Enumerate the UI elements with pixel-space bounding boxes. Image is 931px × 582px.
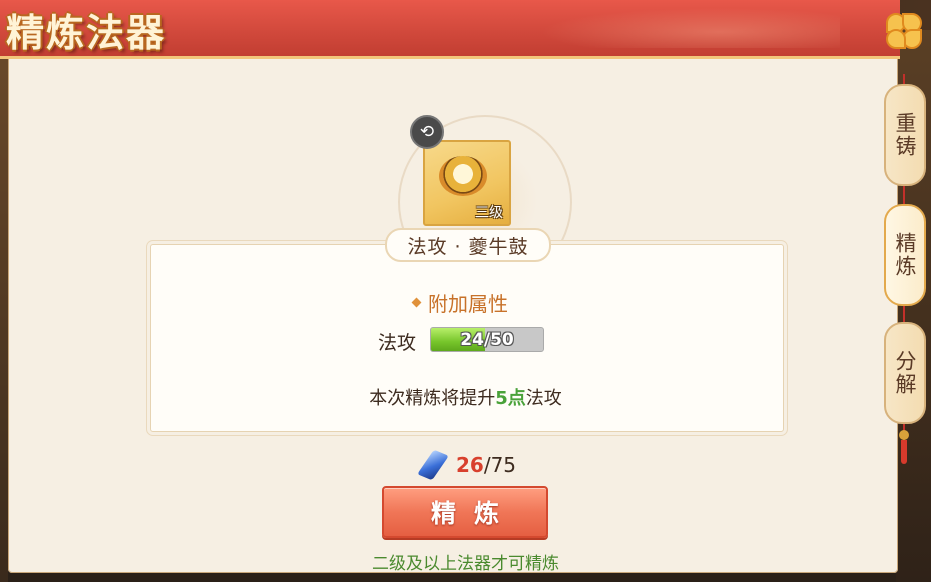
refine-cost: 26/75: [417, 448, 516, 482]
attribute-section-title: 附加属性: [411, 288, 508, 317]
close-button[interactable]: [883, 10, 923, 50]
refine-hint: 二级及以上法器才可精炼: [372, 554, 559, 574]
desc-prefix: 本次精炼将提升: [369, 388, 496, 409]
refine-description: 本次精炼将提升5点法攻: [0, 384, 931, 410]
tab-recast-label: 重铸: [893, 112, 917, 158]
flower-close-icon: [886, 13, 922, 49]
desc-value: 5点: [495, 388, 526, 409]
stat-progress-text: 24/50: [460, 329, 514, 350]
item-level-badge: 三级: [475, 205, 503, 221]
tab-decompose-label: 分解: [893, 350, 917, 396]
drum-icon: [435, 152, 493, 204]
swap-arrows-icon: ⟲: [419, 122, 435, 142]
background-left-edge: [0, 30, 8, 582]
tab-refine[interactable]: 精炼: [884, 204, 926, 306]
swap-item-button[interactable]: ⟲: [410, 115, 444, 149]
section-title-text: 附加属性: [428, 292, 508, 316]
desc-suffix: 法攻: [525, 388, 562, 409]
item-name: 法攻 · 夔牛鼓: [407, 235, 529, 258]
stat-label: 法攻: [378, 332, 417, 354]
blue-crystal-icon: [417, 449, 449, 481]
item-name-plate: 法攻 · 夔牛鼓: [385, 228, 551, 262]
tassel-decoration: [898, 430, 910, 466]
tab-recast[interactable]: 重铸: [884, 84, 926, 186]
tab-refine-label: 精炼: [893, 232, 917, 278]
stat-progress-bar: 24/50: [430, 327, 544, 352]
cost-total: /75: [483, 453, 517, 477]
cost-text: 26/75: [456, 453, 516, 477]
window-title: 精炼法器: [6, 11, 167, 55]
item-slot[interactable]: 三级: [423, 140, 511, 226]
cost-current: 26: [456, 453, 484, 477]
header-decoration: [540, 8, 840, 48]
window-header: 精炼法器: [0, 0, 900, 59]
refine-button[interactable]: 精炼: [382, 486, 548, 538]
tab-decompose[interactable]: 分解: [884, 322, 926, 424]
diamond-bullet-icon: [411, 297, 422, 308]
